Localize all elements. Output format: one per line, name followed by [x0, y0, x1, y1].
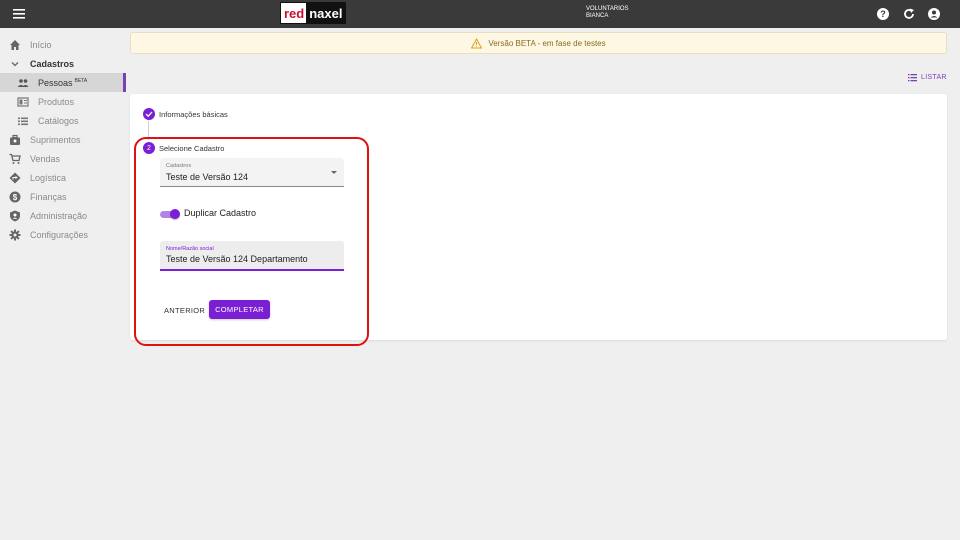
list-icon — [18, 117, 28, 125]
refresh-icon[interactable] — [902, 7, 916, 21]
sidebar-item-logistica[interactable]: Logística — [0, 168, 126, 187]
nome-razao-social-field: Nome/Razão social — [160, 241, 344, 271]
logo-text-red: red — [281, 3, 307, 23]
menu-icon[interactable] — [10, 6, 28, 22]
sidebar-item-label: Produtos — [38, 96, 75, 107]
sidebar-item-label: Início — [30, 39, 52, 50]
sidebar-item-suprimentos[interactable]: Suprimentos — [0, 130, 126, 149]
svg-text:?: ? — [880, 9, 886, 19]
home-icon — [10, 39, 20, 50]
cadastros-label: Cadastros — [166, 163, 192, 169]
banner-text: Versão BETA - em fase de testes — [488, 38, 606, 48]
completar-button[interactable]: COMPLETAR — [209, 300, 270, 319]
pessoas-label: Pessoas — [38, 77, 73, 88]
duplicar-cadastro-toggle[interactable] — [160, 209, 180, 219]
gear-icon — [9, 229, 21, 240]
listar-label: LISTAR — [921, 74, 947, 81]
sidebar-item-label: Administração — [30, 210, 88, 221]
top-bar: red naxel VOLUNTARIOS BIANCA ? — [0, 0, 960, 28]
cadastros-value: Teste de Versão 124 — [166, 172, 249, 182]
shield-icon — [10, 210, 20, 221]
nome-razao-social-input[interactable] — [166, 254, 338, 264]
people-icon — [17, 78, 29, 87]
sidebar-item-financas[interactable]: $ Finanças — [0, 187, 126, 206]
sidebar-item-label: Finanças — [30, 191, 67, 202]
step-2-label: Selecione Cadastro — [159, 144, 225, 153]
sidebar-item-configuracoes[interactable]: Configurações — [0, 225, 126, 244]
step-complete-icon[interactable] — [143, 108, 155, 120]
supplies-icon — [10, 134, 20, 145]
check-icon — [145, 111, 153, 118]
cart-icon — [9, 153, 21, 164]
sidebar-item-label: Vendas — [30, 153, 61, 164]
sidebar-item-administracao[interactable]: Administração — [0, 206, 126, 225]
org-name: VOLUNTARIOS — [586, 6, 629, 12]
duplicar-cadastro-label: Duplicar Cadastro — [184, 208, 257, 218]
toggle-thumb — [170, 209, 180, 219]
list-icon — [908, 74, 917, 82]
step-1-label[interactable]: Informações básicas — [159, 110, 228, 119]
chevron-down-icon — [11, 61, 19, 66]
user-name: BIANCA — [586, 13, 609, 19]
sidebar-item-label: Catálogos — [38, 115, 79, 126]
sidebar-item-label: Pessoas BETA — [38, 78, 87, 88]
app-logo[interactable]: red naxel — [280, 2, 346, 24]
cadastros-select[interactable]: Cadastros Teste de Versão 124 — [160, 158, 344, 187]
route-icon — [9, 172, 21, 183]
sidebar-item-inicio[interactable]: Início — [0, 35, 126, 54]
beta-banner: Versão BETA - em fase de testes — [130, 32, 947, 54]
product-icon — [17, 96, 29, 107]
beta-badge: BETA — [74, 77, 88, 84]
sidebar-item-vendas[interactable]: Vendas — [0, 149, 126, 168]
sidebar-item-label: Suprimentos — [30, 134, 81, 145]
nome-razao-social-label: Nome/Razão social — [166, 246, 214, 252]
sidebar-item-catalogos[interactable]: Catálogos — [0, 111, 126, 130]
sidebar-item-produtos[interactable]: Produtos — [0, 92, 126, 111]
dropdown-arrow-icon — [331, 171, 337, 174]
help-icon[interactable]: ? — [876, 7, 890, 21]
account-icon[interactable] — [927, 7, 941, 21]
step-connector — [148, 121, 149, 140]
sidebar-item-pessoas[interactable]: Pessoas BETA — [0, 73, 126, 92]
svg-text:$: $ — [13, 193, 18, 202]
sidebar-item-cadastros[interactable]: Cadastros — [0, 54, 126, 73]
sidebar-item-label: Configurações — [30, 229, 89, 240]
dollar-icon: $ — [9, 191, 21, 202]
user-info: VOLUNTARIOS BIANCA — [586, 6, 629, 20]
logo-text-black: naxel — [306, 3, 346, 23]
warning-icon — [471, 37, 483, 48]
step-2-number: 2 — [143, 142, 155, 154]
listar-button[interactable]: LISTAR — [908, 73, 947, 82]
anterior-button[interactable]: ANTERIOR — [160, 301, 209, 319]
sidebar-item-label: Cadastros — [30, 58, 75, 69]
sidebar-item-label: Logística — [30, 172, 67, 183]
